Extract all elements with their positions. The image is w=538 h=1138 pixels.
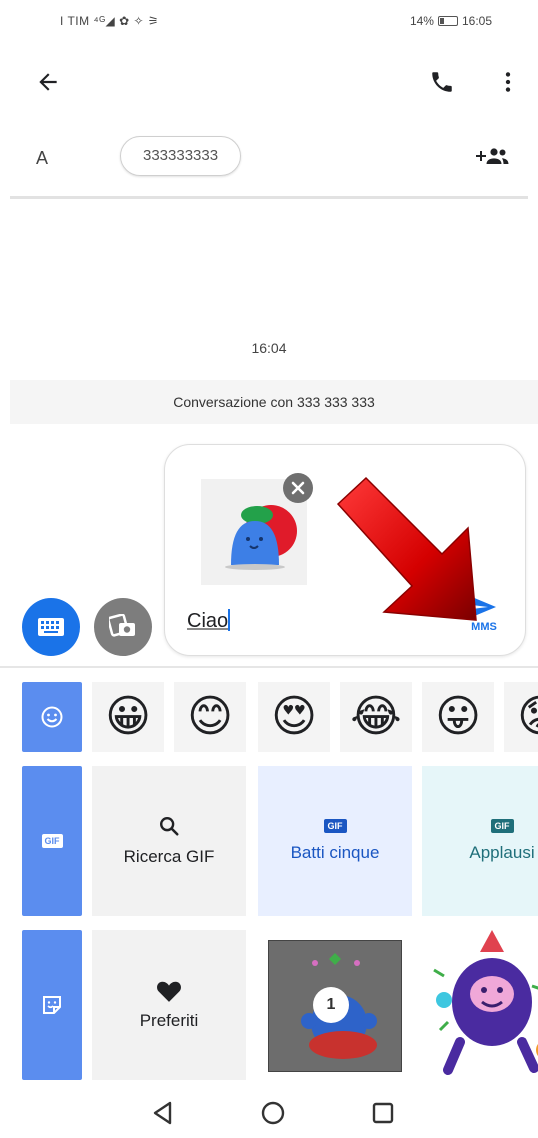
gif-search-card[interactable]: Ricerca GIF xyxy=(92,766,246,916)
emoji-item[interactable]: 😟 xyxy=(504,682,538,752)
gif-badge-icon: GIF xyxy=(490,819,514,833)
emoji-item[interactable]: 😍 xyxy=(258,682,330,752)
conversation-banner: Conversazione con 333 333 333 xyxy=(10,380,538,424)
tab-gif[interactable]: GIF xyxy=(22,766,82,916)
message-text: Ciao xyxy=(187,610,229,632)
add-people-button[interactable] xyxy=(472,140,512,172)
tab-sticker[interactable] xyxy=(22,930,82,1080)
tab-emoji[interactable] xyxy=(22,682,82,752)
close-icon xyxy=(291,481,305,495)
call-button[interactable] xyxy=(424,64,460,100)
phone-icon xyxy=(432,72,452,92)
remove-attachment-button[interactable] xyxy=(283,473,313,503)
status-bar: I TIM ⁴ᴳ◢ ✿ ✧ ⚞ 14% 16:05 xyxy=(0,0,538,44)
battery-icon xyxy=(437,16,458,26)
heart-icon xyxy=(157,981,181,1002)
emoji-item[interactable]: 😂 xyxy=(340,682,412,752)
search-icon xyxy=(160,817,179,836)
gif-applause-label: Applausi xyxy=(469,843,535,862)
recipient-chip[interactable]: 333333333 xyxy=(120,136,242,176)
smiley-icon xyxy=(41,706,63,728)
gif-high-five-label: Batti cinque xyxy=(290,843,380,862)
gif-strip: Ricerca GIF GIF Batti cinque GIF Applaus… xyxy=(92,766,538,916)
sticker-count-badge: 1 xyxy=(313,987,349,1023)
gif-high-five-card[interactable]: GIF Batti cinque xyxy=(258,766,412,916)
gif-applause-card[interactable]: GIF Applausi xyxy=(422,766,538,916)
nav-recents-icon[interactable] xyxy=(368,1098,398,1128)
to-label: A xyxy=(36,148,49,168)
favorites-label: Preferiti xyxy=(139,1011,199,1030)
keyboard-toggle-button[interactable] xyxy=(22,598,80,656)
add-people-icon xyxy=(476,148,509,164)
recipient-row: A 333333333 xyxy=(0,130,538,194)
sticker-strip: Preferiti 1 xyxy=(92,930,538,1080)
gif-badge-icon: GIF xyxy=(323,819,347,833)
emoji-item[interactable]: 😛 xyxy=(422,682,494,752)
back-button[interactable] xyxy=(30,64,66,100)
party-sticker-thumbnail[interactable] xyxy=(422,930,538,1080)
sticker-thumbnail[interactable]: 1 xyxy=(268,940,402,1072)
text-cursor xyxy=(228,609,231,631)
panel-divider xyxy=(0,666,538,668)
favorites-card[interactable]: Preferiti xyxy=(92,930,246,1080)
emoji-item[interactable]: 😊 xyxy=(174,682,246,752)
gif-tab-label: GIF xyxy=(41,834,63,848)
camera-gallery-button[interactable] xyxy=(94,598,152,656)
status-time: 16:05 xyxy=(461,14,492,28)
nav-back-icon[interactable] xyxy=(148,1098,178,1128)
keyboard-icon xyxy=(38,618,64,636)
battery-percent: 14% xyxy=(409,14,434,28)
status-icons: I TIM ⁴ᴳ◢ ✿ ✧ ⚞ xyxy=(60,14,160,28)
more-options-button[interactable] xyxy=(490,64,526,100)
more-vert-icon xyxy=(505,72,511,92)
camera-icon xyxy=(109,614,135,637)
status-right: 14% 16:05 xyxy=(410,14,492,28)
red-arrow-icon xyxy=(336,476,477,621)
emoji-strip: 😀 😊 😍 😂 😛 😟 xyxy=(92,682,538,752)
message-timestamp: 16:04 xyxy=(251,340,287,356)
header-divider xyxy=(10,196,528,199)
gif-search-label: Ricerca GIF xyxy=(123,847,215,866)
system-nav-bar xyxy=(0,1088,538,1138)
emoji-item[interactable]: 😀 xyxy=(92,682,164,752)
app-toolbar xyxy=(0,52,538,112)
sticker-icon xyxy=(43,996,61,1014)
message-input[interactable]: Ciao xyxy=(187,609,231,633)
nav-home-icon[interactable] xyxy=(258,1098,288,1128)
party-monster-icon xyxy=(433,930,538,1075)
arrow-left-icon xyxy=(39,73,57,91)
